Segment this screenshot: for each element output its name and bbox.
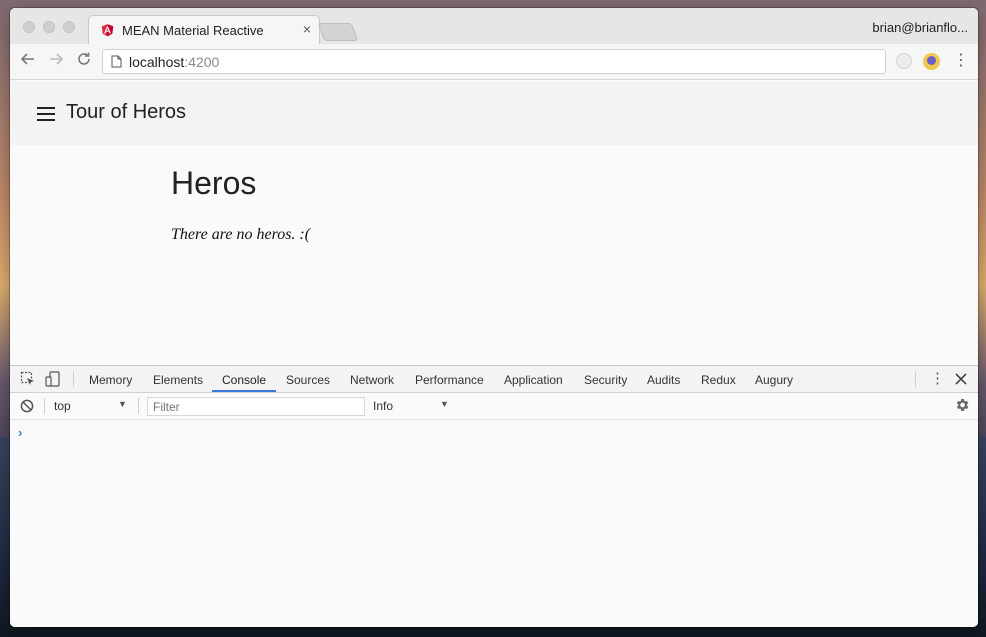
tab-audits[interactable]: Audits	[647, 373, 680, 387]
tab-bar: MEAN Material Reactive × brian@brianflo.…	[10, 8, 978, 44]
tab-security[interactable]: Security	[584, 373, 627, 387]
tab-close-button[interactable]: ×	[303, 21, 311, 37]
devtools-panel: Memory Elements Console Sources Network …	[10, 365, 978, 627]
tab-console[interactable]: Console	[222, 373, 266, 387]
address-bar[interactable]: localhost:4200	[102, 49, 886, 74]
angular-icon	[101, 24, 114, 37]
url-port: :4200	[184, 54, 220, 70]
app-title: Tour of Heros	[66, 101, 187, 123]
devtools-tab-bar: Memory Elements Console Sources Network …	[10, 366, 978, 393]
devtools-menu-icon[interactable]: ⋮	[930, 370, 945, 388]
arrow-left-icon	[20, 53, 34, 65]
toolbar-divider	[44, 398, 45, 414]
tab-redux[interactable]: Redux	[701, 373, 736, 387]
minimize-window-button[interactable]	[43, 21, 55, 33]
url-host: localhost	[129, 54, 185, 70]
new-tab-button[interactable]	[317, 23, 359, 41]
inspect-element-icon[interactable]	[20, 371, 36, 387]
console-prompt[interactable]: ›	[18, 425, 22, 440]
tab-elements[interactable]: Elements	[153, 373, 203, 387]
arrow-right-icon	[50, 53, 64, 65]
close-icon[interactable]	[955, 373, 967, 385]
app-toolbar: Tour of Heros	[10, 81, 978, 145]
reload-button[interactable]	[74, 51, 94, 71]
log-level-selector[interactable]: Info	[373, 399, 393, 413]
tab-memory[interactable]: Memory	[89, 373, 132, 387]
console-toolbar: top ▼ Info ▼	[10, 393, 978, 420]
toolbar-divider	[915, 371, 916, 387]
profile-name[interactable]: brian@brianflo...	[872, 20, 968, 35]
clear-console-icon[interactable]	[20, 399, 34, 413]
browser-toolbar: localhost:4200 ⋮	[10, 44, 978, 80]
toolbar-divider	[73, 371, 74, 387]
hamburger-menu-icon[interactable]	[37, 107, 55, 121]
url-text: localhost:4200	[129, 54, 219, 70]
tab-network[interactable]: Network	[350, 373, 394, 387]
tab-application[interactable]: Application	[504, 373, 563, 387]
browser-tab[interactable]: MEAN Material Reactive ×	[88, 15, 320, 44]
toolbar-divider	[138, 398, 139, 414]
tab-performance[interactable]: Performance	[415, 373, 484, 387]
tab-augury[interactable]: Augury	[755, 373, 793, 387]
chevron-down-icon[interactable]: ▼	[118, 399, 127, 409]
forward-button[interactable]	[46, 51, 66, 71]
browser-menu-icon[interactable]: ⋮	[953, 52, 969, 70]
empty-state-message: There are no heros. :(	[171, 226, 311, 243]
chevron-down-icon[interactable]: ▼	[440, 399, 449, 409]
extension-icon[interactable]	[896, 53, 912, 69]
browser-window: MEAN Material Reactive × brian@brianflo.…	[10, 8, 978, 627]
close-window-button[interactable]	[23, 21, 35, 33]
back-button[interactable]	[18, 51, 38, 71]
gear-icon[interactable]	[954, 397, 970, 413]
context-selector[interactable]: top	[54, 399, 71, 413]
page-heading: Heros	[171, 165, 257, 201]
reload-icon	[78, 52, 90, 65]
active-tab-indicator	[212, 390, 276, 392]
redux-devtools-extension-icon[interactable]	[923, 53, 940, 70]
device-toolbar-icon[interactable]	[45, 371, 61, 387]
page-icon	[111, 55, 122, 68]
console-filter-input[interactable]	[147, 397, 365, 416]
zoom-window-button[interactable]	[63, 21, 75, 33]
tab-title: MEAN Material Reactive	[122, 23, 264, 38]
tab-sources[interactable]: Sources	[286, 373, 330, 387]
